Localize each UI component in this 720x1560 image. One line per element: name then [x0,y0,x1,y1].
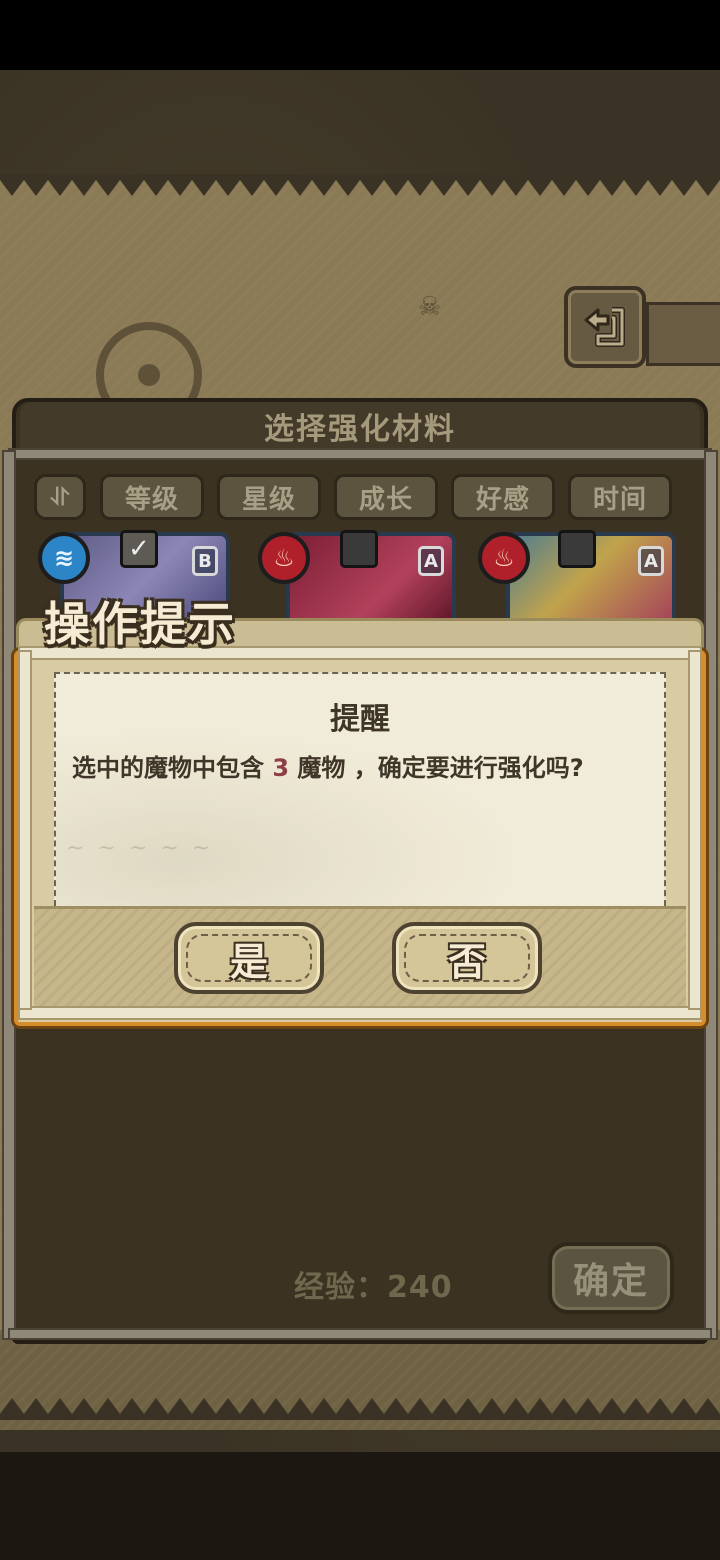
fire-element-icon: ♨ [478,532,530,584]
dialog-button-band [34,906,686,1006]
fire-element-icon: ♨ [258,532,310,584]
card-select-checkbox[interactable] [558,530,596,568]
card-select-checkbox[interactable]: ✓ [120,530,158,568]
grade-badge: A [638,546,664,576]
dialog-message-prefix: 选中的魔物中包含 [72,754,273,782]
tab-star[interactable]: 星级 [217,474,321,520]
zigzag-border-top [0,174,720,196]
yes-button[interactable]: 是 [174,922,324,994]
sort-order-icon: ⥯ [51,483,69,511]
panel-rail-top [8,448,712,460]
tab-level[interactable]: 等级 [100,474,204,520]
map-watermark-decoration: ~ ~ ~ ~ ~ [66,836,214,861]
confirm-button[interactable]: 确定 [548,1242,674,1314]
panel-rail-right [704,450,718,1340]
zigzag-border-bottom [0,1398,720,1420]
exp-label: 经验：240 [294,1270,453,1305]
dialog-message: 选中的魔物中包含 3 魔物 ，确定要进行强化吗? [72,748,584,783]
tab-growth[interactable]: 成长 [334,474,438,520]
panel-title: 选择强化材料 [264,412,456,447]
skull-decoration-icon: ☠ [418,292,442,322]
panel-rail-bottom [8,1328,712,1340]
tab-affection[interactable]: 好感 [451,474,555,520]
grade-badge: B [192,546,218,576]
grade-badge: A [418,546,444,576]
dialog-frame-bottom [18,1006,702,1020]
no-button[interactable]: 否 [392,922,542,994]
sort-order-toggle-button[interactable]: ⥯ [34,474,86,520]
back-button[interactable] [564,286,646,368]
dialog-message-count: 3 [272,754,290,782]
status-bar [0,0,720,70]
bottom-bar [0,1452,720,1560]
dialog-message-suffix: 魔物 ，确定要进行强化吗? [289,754,584,782]
water-element-icon: ≋ [38,532,90,584]
card-select-checkbox[interactable] [340,530,378,568]
tab-time[interactable]: 时间 [568,474,672,520]
back-arrow-icon [584,307,625,347]
back-button-tab [646,302,720,366]
dialog-header-title: 操作提示 [44,597,236,651]
dialog-title: 提醒 [330,702,390,737]
